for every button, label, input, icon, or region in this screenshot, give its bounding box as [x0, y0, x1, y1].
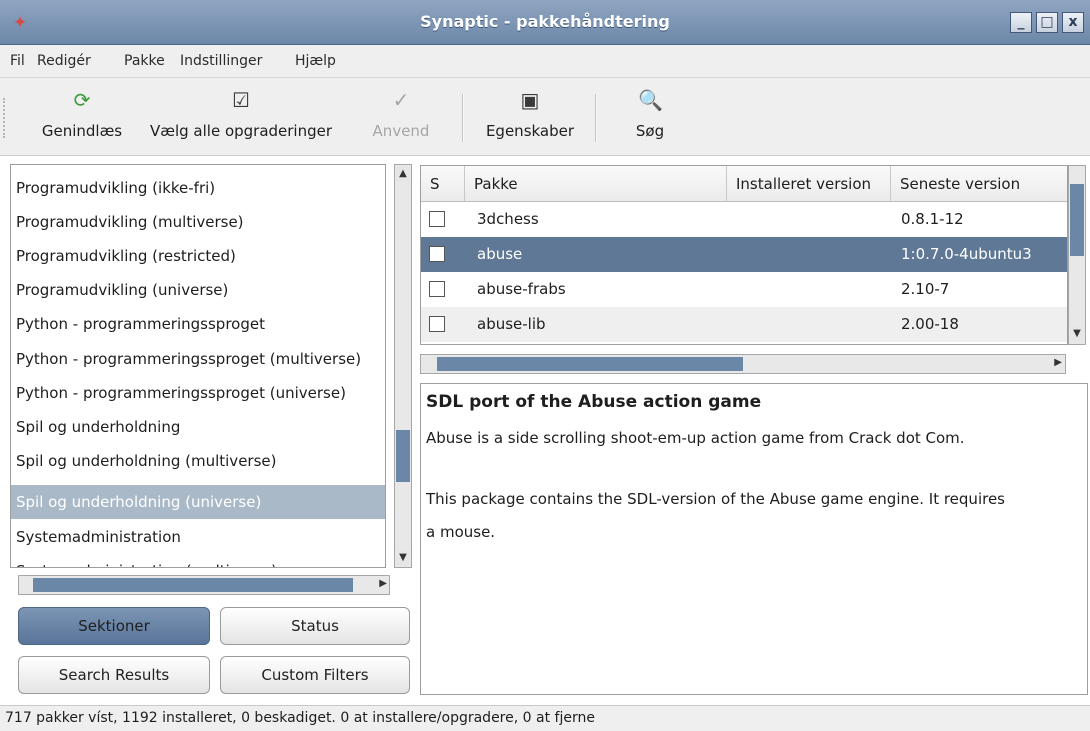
scroll-right-arrow-icon[interactable]: ▶	[1054, 357, 1062, 368]
section-item[interactable]: Python - programmeringssproget (multiver…	[11, 342, 385, 376]
menu-file[interactable]: Fil	[10, 53, 25, 69]
toolbar: ⟳ Genindlæs ☑ Vælg alle opgraderinger ✓ …	[0, 78, 1090, 156]
section-item[interactable]: Programudvikling (restricted)	[11, 239, 385, 273]
status-checkbox[interactable]	[429, 211, 445, 227]
status-filter-button[interactable]: Status	[220, 607, 410, 645]
table-row[interactable]: 3dchess 0.8.1-12	[421, 202, 1067, 237]
table-row[interactable]: abuse-lib 2.00-18	[421, 307, 1067, 342]
custom-filters-button[interactable]: Custom Filters	[220, 656, 410, 694]
column-header-latest-version[interactable]: Seneste version	[891, 166, 1067, 202]
section-item[interactable]: Programudvikling (multiverse)	[11, 205, 385, 239]
properties-button[interactable]: ▣ Egenskaber	[475, 78, 585, 156]
package-name: abuse-lib	[477, 315, 546, 333]
description-text: This package contains the SDL-version of…	[426, 490, 1005, 508]
scrollbar-thumb[interactable]	[396, 430, 410, 482]
section-item[interactable]: Systemadministration (multiverse)	[11, 554, 385, 567]
section-item[interactable]: Python - programmeringssproget (universe…	[11, 376, 385, 410]
package-description-panel[interactable]: SDL port of the Abuse action game Abuse …	[420, 383, 1088, 695]
maximize-button[interactable]: □	[1036, 12, 1058, 33]
properties-icon: ▣	[520, 88, 540, 112]
search-button[interactable]: 🔍 Søg	[620, 78, 680, 156]
sections-list[interactable]: Programudvikling (ikke-fri) Programudvik…	[10, 164, 386, 568]
sections-horizontal-scrollbar[interactable]: ▶	[18, 575, 390, 595]
menu-edit[interactable]: Redigér	[37, 53, 91, 69]
scrollbar-thumb[interactable]	[1070, 184, 1084, 256]
description-title: SDL port of the Abuse action game	[426, 392, 762, 412]
section-item[interactable]: Python - programmeringssproget	[11, 307, 385, 341]
description-text: Abuse is a side scrolling shoot-em-up ac…	[426, 429, 965, 447]
scroll-up-arrow-icon[interactable]: ▲	[396, 166, 410, 182]
table-row-selected[interactable]: abuse 1:0.7.0-4ubuntu3	[421, 237, 1067, 272]
package-name: 3dchess	[477, 210, 539, 228]
upgrade-icon: ☑	[232, 88, 250, 112]
window-title: Synaptic - pakkehåndtering	[420, 12, 670, 31]
package-table[interactable]: S Pakke Installeret version Seneste vers…	[420, 165, 1068, 345]
section-item-selected[interactable]: Spil og underholdning (universe)	[11, 485, 385, 519]
apply-button[interactable]: ✓ Anvend	[366, 78, 436, 156]
section-item[interactable]: Spil og underholdning (multiverse)	[11, 444, 385, 478]
scroll-down-arrow-icon[interactable]: ▼	[1070, 326, 1084, 342]
section-item[interactable]: Programudvikling (ikke-fri)	[11, 171, 385, 205]
sections-filter-button[interactable]: Sektioner	[18, 607, 210, 645]
menu-bar: Fil Redigér Pakke Indstillinger Hjælp	[0, 45, 1090, 78]
column-header-package[interactable]: Pakke	[465, 166, 727, 202]
search-results-filter-button[interactable]: Search Results	[18, 656, 210, 694]
menu-help[interactable]: Hjælp	[295, 53, 336, 69]
reload-button[interactable]: ⟳ Genindlæs	[30, 78, 134, 156]
section-item[interactable]: Systemadministration	[11, 520, 385, 554]
scrollbar-thumb[interactable]	[437, 357, 743, 371]
toolbar-grip[interactable]	[3, 98, 7, 138]
mark-all-upgrades-button[interactable]: ☑ Vælg alle opgraderinger	[138, 78, 344, 156]
reload-icon: ⟳	[73, 88, 91, 112]
latest-version: 2.10-7	[901, 280, 950, 298]
close-button[interactable]: x	[1062, 12, 1084, 33]
column-header-status[interactable]: S	[421, 166, 465, 202]
scrollbar-thumb[interactable]	[33, 578, 353, 592]
package-name: abuse-frabs	[477, 280, 566, 298]
section-item[interactable]: Programudvikling (universe)	[11, 273, 385, 307]
minimize-button[interactable]: _	[1010, 12, 1032, 33]
menu-package[interactable]: Pakke	[124, 53, 165, 69]
scroll-right-arrow-icon[interactable]: ▶	[379, 578, 387, 589]
section-item[interactable]: Spil og underholdning	[11, 410, 385, 444]
status-bar: 717 pakker víst, 1192 installeret, 0 bes…	[0, 705, 1090, 731]
package-table-vertical-scrollbar[interactable]: ▼	[1068, 165, 1086, 345]
scroll-down-arrow-icon[interactable]: ▼	[396, 550, 410, 566]
status-checkbox[interactable]	[429, 281, 445, 297]
column-header-installed-version[interactable]: Installeret version	[727, 166, 891, 202]
title-bar[interactable]: ✦ Synaptic - pakkehåndtering _ □ x	[0, 0, 1090, 45]
status-checkbox[interactable]	[429, 246, 445, 262]
menu-settings[interactable]: Indstillinger	[180, 53, 262, 69]
latest-version: 0.8.1-12	[901, 210, 964, 228]
toolbar-separator	[595, 94, 597, 142]
latest-version: 1:0.7.0-4ubuntu3	[901, 245, 1032, 263]
description-text: a mouse.	[426, 523, 496, 541]
status-text: 717 pakker víst, 1192 installeret, 0 bes…	[5, 710, 595, 726]
apply-check-icon: ✓	[392, 88, 410, 112]
latest-version: 2.00-18	[901, 315, 959, 333]
package-table-horizontal-scrollbar[interactable]: ▶	[420, 354, 1066, 374]
status-checkbox[interactable]	[429, 316, 445, 332]
search-icon: 🔍	[638, 88, 663, 112]
table-row[interactable]: abuse-frabs 2.10-7	[421, 272, 1067, 307]
package-name: abuse	[477, 245, 523, 263]
sections-vertical-scrollbar[interactable]: ▲ ▼	[394, 164, 412, 568]
toolbar-separator	[462, 94, 464, 142]
